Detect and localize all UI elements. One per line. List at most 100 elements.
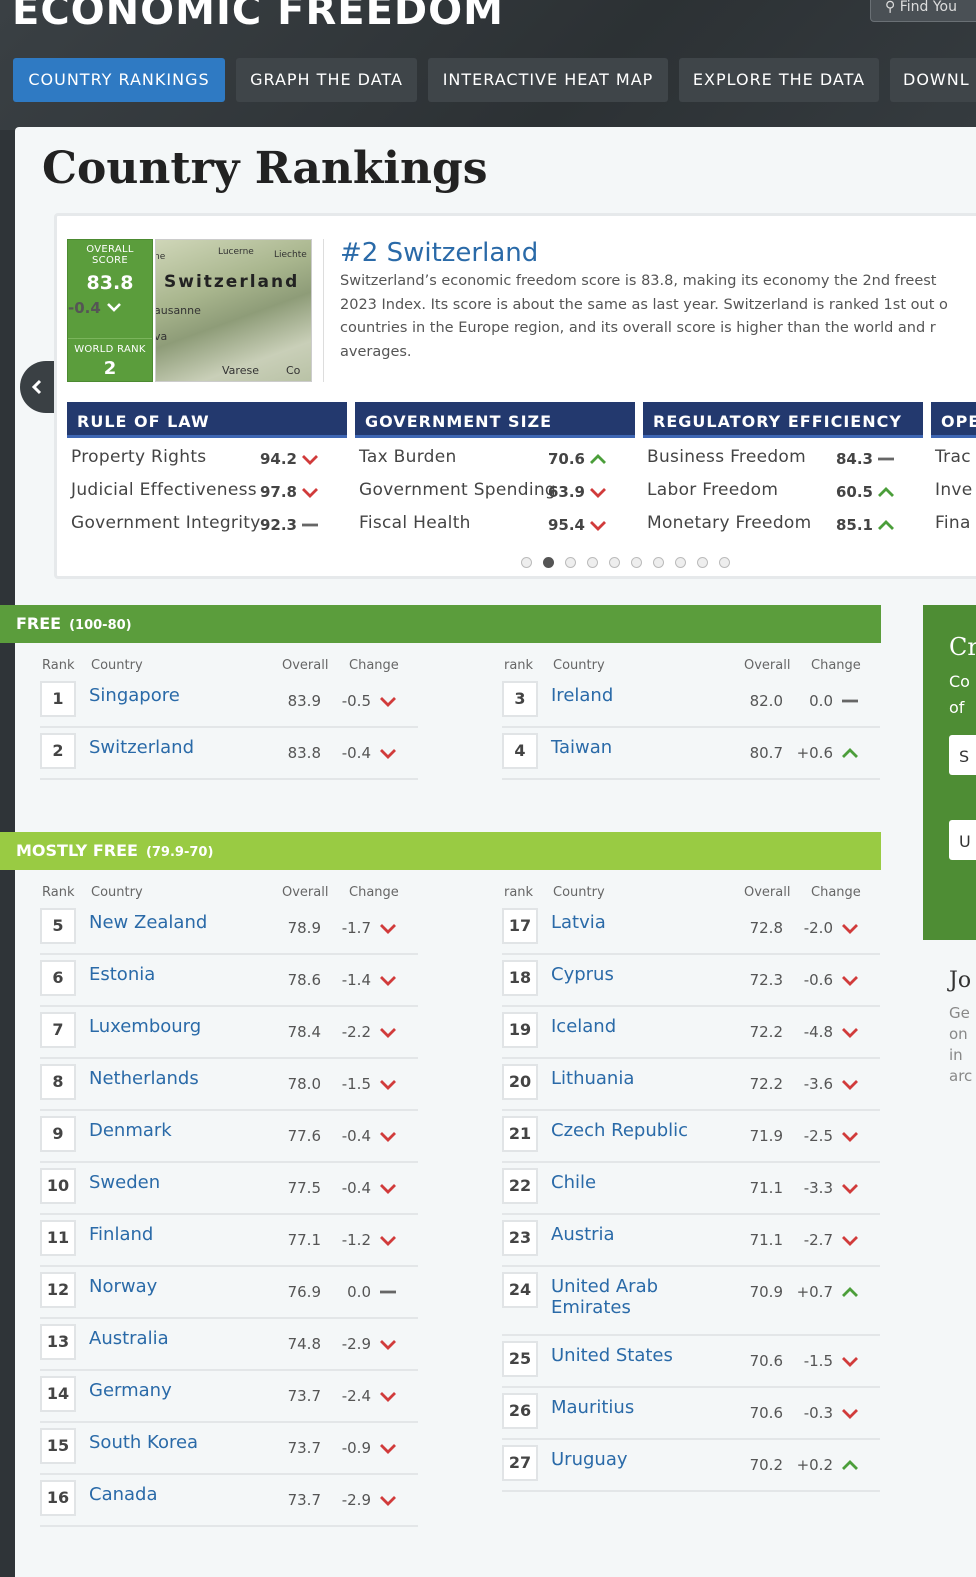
country-link[interactable]: South Korea bbox=[89, 1432, 198, 1453]
rank-badge: 27 bbox=[502, 1445, 538, 1481]
country-link[interactable]: Cyprus bbox=[551, 964, 614, 985]
group-name: MOSTLY FREE bbox=[16, 841, 138, 860]
carousel-dot[interactable] bbox=[587, 557, 598, 568]
carousel-dot[interactable] bbox=[565, 557, 576, 568]
carousel-dot[interactable] bbox=[719, 557, 730, 568]
country-link[interactable]: Estonia bbox=[89, 964, 155, 985]
overall-score: 74.8 bbox=[287, 1335, 321, 1353]
column-header-change: Change bbox=[349, 658, 399, 673]
carousel-dot[interactable] bbox=[675, 557, 686, 568]
country-link[interactable]: Latvia bbox=[551, 912, 606, 933]
chevron-down-icon bbox=[841, 1353, 859, 1369]
country-link[interactable]: Switzerland bbox=[89, 737, 194, 758]
carousel-dot[interactable] bbox=[631, 557, 642, 568]
dash-icon bbox=[877, 451, 895, 467]
column-header-country: Country bbox=[553, 658, 605, 673]
row-divider bbox=[40, 1005, 418, 1007]
map-label: ne bbox=[155, 252, 166, 262]
score-change: -1.7 bbox=[341, 919, 371, 937]
row-divider bbox=[502, 1109, 880, 1111]
country-map[interactable]: ne Lucerne Liechte Switzerland ausanne v… bbox=[155, 239, 312, 382]
rank-badge: 7 bbox=[40, 1012, 76, 1048]
sidebar-box: Cr Co of S U bbox=[923, 605, 976, 940]
category-header[interactable]: GOVERNMENT SIZE bbox=[355, 402, 635, 438]
country-link[interactable]: Taiwan bbox=[551, 737, 612, 758]
carousel-dot[interactable] bbox=[653, 557, 664, 568]
category-header[interactable]: OPE bbox=[931, 402, 976, 438]
sidebar-select-2[interactable]: U bbox=[949, 820, 976, 860]
factor-value: 84.3 bbox=[835, 450, 873, 468]
rank-badge: 17 bbox=[502, 908, 538, 944]
chevron-down-icon bbox=[841, 1232, 859, 1248]
carousel-dot[interactable] bbox=[521, 557, 532, 568]
factor-label[interactable]: Labor Freedom bbox=[647, 480, 778, 500]
country-link[interactable]: Ireland bbox=[551, 685, 613, 706]
country-link[interactable]: Chile bbox=[551, 1172, 596, 1193]
factor-label[interactable]: Monetary Freedom bbox=[647, 513, 811, 533]
country-link[interactable]: Sweden bbox=[89, 1172, 160, 1193]
factor-label[interactable]: Trac bbox=[935, 447, 971, 467]
column-header-rank: Rank bbox=[42, 658, 75, 673]
factor-label[interactable]: Government Spending bbox=[359, 480, 556, 500]
sidebar-join-line: on bbox=[949, 1025, 968, 1043]
country-link[interactable]: United Arab Emirates bbox=[551, 1276, 658, 1318]
row-divider bbox=[502, 1334, 880, 1336]
carousel-dot[interactable] bbox=[697, 557, 708, 568]
factor-label[interactable]: Fina bbox=[935, 513, 971, 533]
score-change: -2.5 bbox=[803, 1127, 833, 1145]
nav-interactive-heat-map[interactable]: INTERACTIVE HEAT MAP bbox=[428, 58, 668, 102]
factor-label[interactable]: Tax Burden bbox=[359, 447, 457, 467]
rank-badge: 3 bbox=[502, 681, 538, 717]
factor-value: 95.4 bbox=[547, 516, 585, 534]
row-divider bbox=[40, 1265, 418, 1267]
featured-country-title[interactable]: #2 Switzerland bbox=[340, 238, 538, 268]
nav-explore-the-data[interactable]: EXPLORE THE DATA bbox=[679, 58, 879, 102]
row-divider bbox=[502, 1161, 880, 1163]
overall-score: 71.1 bbox=[749, 1231, 783, 1249]
rank-badge: 20 bbox=[502, 1064, 538, 1100]
country-link[interactable]: Netherlands bbox=[89, 1068, 199, 1089]
country-link[interactable]: Uruguay bbox=[551, 1449, 628, 1470]
factor-label[interactable]: Judicial Effectiveness bbox=[71, 480, 257, 500]
country-link[interactable]: Mauritius bbox=[551, 1397, 634, 1418]
row-divider bbox=[40, 1057, 418, 1059]
overall-score-label: OVERALL SCORE bbox=[86, 244, 134, 266]
country-link[interactable]: Czech Republic bbox=[551, 1120, 688, 1141]
carousel-dot[interactable] bbox=[609, 557, 620, 568]
chevron-down-icon bbox=[841, 920, 859, 936]
sidebar-select-1[interactable]: S bbox=[949, 735, 976, 775]
country-link[interactable]: Canada bbox=[89, 1484, 158, 1505]
category-header[interactable]: REGULATORY EFFICIENCY bbox=[643, 402, 923, 438]
country-link[interactable]: Norway bbox=[89, 1276, 157, 1297]
country-link[interactable]: Luxembourg bbox=[89, 1016, 201, 1037]
factor-label[interactable]: Business Freedom bbox=[647, 447, 806, 467]
nav-country-rankings[interactable]: COUNTRY RANKINGS bbox=[13, 58, 225, 102]
carousel-dot[interactable] bbox=[543, 557, 554, 568]
country-link[interactable]: Denmark bbox=[89, 1120, 172, 1141]
country-link[interactable]: Australia bbox=[89, 1328, 169, 1349]
country-link[interactable]: Germany bbox=[89, 1380, 172, 1401]
country-link[interactable]: Iceland bbox=[551, 1016, 616, 1037]
category-header[interactable]: RULE OF LAW bbox=[67, 402, 347, 438]
factor-label[interactable]: Government Integrity bbox=[71, 513, 261, 533]
nav-download[interactable]: DOWNL bbox=[890, 58, 976, 102]
score-change: +0.6 bbox=[796, 744, 833, 762]
score-change: -2.4 bbox=[341, 1387, 371, 1405]
chevron-down-icon bbox=[841, 1024, 859, 1040]
description-line: averages. bbox=[340, 343, 412, 360]
factor-label[interactable]: Inve bbox=[935, 480, 973, 500]
site-brand[interactable]: ECONOMIC FREEDOM bbox=[12, 0, 504, 34]
description-line: 2023 Index. Its score is about the same … bbox=[340, 296, 948, 313]
country-link[interactable]: United States bbox=[551, 1345, 673, 1366]
search-input[interactable]: ⚲ Find You bbox=[870, 0, 976, 22]
country-link[interactable]: Lithuania bbox=[551, 1068, 634, 1089]
country-link[interactable]: Singapore bbox=[89, 685, 180, 706]
nav-graph-the-data[interactable]: GRAPH THE DATA bbox=[236, 58, 417, 102]
chevron-down-icon bbox=[301, 451, 319, 467]
factor-label[interactable]: Fiscal Health bbox=[359, 513, 471, 533]
country-link[interactable]: Austria bbox=[551, 1224, 615, 1245]
factor-label[interactable]: Property Rights bbox=[71, 447, 206, 467]
country-link[interactable]: New Zealand bbox=[89, 912, 207, 933]
country-link[interactable]: Finland bbox=[89, 1224, 153, 1245]
row-divider bbox=[502, 1005, 880, 1007]
